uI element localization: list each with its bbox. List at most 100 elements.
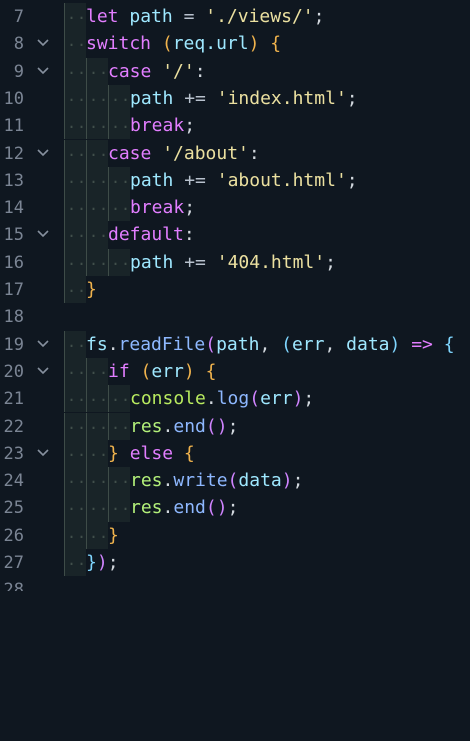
- chevron-down-icon[interactable]: [36, 229, 50, 239]
- chevron-down-icon[interactable]: [36, 366, 50, 376]
- code-line-23[interactable]: 23 ·· ·· } else {: [0, 439, 470, 468]
- code-text-17: }: [86, 280, 97, 300]
- chevron-down-icon[interactable]: [36, 38, 50, 48]
- indent-dots: ··: [111, 500, 132, 519]
- code-text-24: res.write(data);: [130, 471, 303, 491]
- code-line-13[interactable]: 13 ·· ·· ·· path += 'about.html';: [0, 166, 470, 195]
- param-err: err: [291, 333, 325, 355]
- line-number-8: 8: [13, 34, 24, 55]
- line-number-26: 26: [3, 525, 24, 546]
- indent-dots: ··: [67, 336, 88, 355]
- paren-close: ): [248, 33, 260, 55]
- code-text-9: case '/':: [108, 60, 206, 82]
- string-about-html: 'about.html': [216, 169, 347, 191]
- semicolon: ;: [107, 552, 119, 573]
- line-number-21: 21: [3, 389, 24, 410]
- keyword-default: default: [108, 224, 184, 246]
- brace-open: {: [270, 33, 282, 55]
- code-line-26[interactable]: 26 ·· ·· }: [0, 521, 470, 549]
- code-editor[interactable]: 7 ·· let path = './views/'; 8 ·· switch …: [0, 0, 470, 591]
- identifier-err: err: [260, 388, 293, 410]
- code-text-23: } else {: [108, 443, 195, 464]
- paren-open: (: [140, 360, 152, 382]
- chevron-down-icon[interactable]: [36, 66, 50, 76]
- paren-open: (: [205, 333, 217, 355]
- code-line-12[interactable]: 12 ·· ·· case '/about':: [0, 139, 470, 167]
- identifier-fs: fs: [86, 333, 108, 355]
- string-about-route: '/about': [162, 142, 249, 164]
- identifier-path: path: [216, 333, 260, 355]
- paren-close: ): [216, 415, 228, 437]
- code-line-11[interactable]: 11 ·· ·· ·· break;: [0, 112, 470, 140]
- indent-dots: ··: [111, 200, 132, 219]
- code-line-27[interactable]: 27 ·· });: [0, 549, 470, 577]
- chevron-down-icon[interactable]: [36, 448, 50, 458]
- code-line-7[interactable]: 7 ·· let path = './views/';: [0, 3, 470, 31]
- code-line-17[interactable]: 17 ·· }: [0, 276, 470, 304]
- code-line-8[interactable]: 8 ·· switch (req.url) {: [0, 30, 470, 58]
- indent-dots: ··: [67, 145, 88, 164]
- indent-border: [64, 494, 65, 522]
- code-line-25[interactable]: 25 ·· ·· ·· res.end();: [0, 494, 470, 522]
- indent-border: [64, 549, 65, 577]
- code-line-10[interactable]: 10 ·· ·· ·· path += 'index.html';: [0, 84, 470, 113]
- code-line-20[interactable]: 20 ·· ·· if (err) {: [0, 357, 470, 386]
- indent-dots: ··: [67, 90, 88, 109]
- dot: .: [107, 333, 119, 355]
- code-line-16[interactable]: 16 ·· ·· ·· path += '404.html';: [0, 248, 470, 276]
- keyword-switch: switch: [86, 33, 152, 55]
- add-assign-operator: +=: [184, 169, 206, 191]
- indent-border: [64, 248, 65, 276]
- paren-close: ): [389, 333, 401, 355]
- chevron-down-icon[interactable]: [36, 148, 50, 158]
- line-number-10: 10: [3, 88, 24, 109]
- string-root: '/': [162, 60, 195, 82]
- indent-dots: ··: [111, 418, 132, 437]
- code-text-22: res.end();: [130, 415, 238, 437]
- code-line-19[interactable]: 19 ·· fs.readFile(path, (err, data) => {: [0, 330, 470, 358]
- code-text-27: });: [86, 553, 119, 573]
- identifier-req-url: req.url: [172, 33, 249, 55]
- semicolon: ;: [292, 470, 304, 492]
- indent-dots: ··: [67, 282, 88, 300]
- brace-open: {: [205, 360, 217, 382]
- code-line-15[interactable]: 15 ·· ·· default:: [0, 221, 470, 249]
- line-number-14: 14: [3, 198, 24, 219]
- code-text-15: default:: [108, 225, 195, 245]
- method-log: log: [216, 388, 250, 410]
- indent-dots: ··: [89, 363, 110, 382]
- code-text-19: fs.readFile(path, (err, data) => {: [86, 333, 455, 355]
- code-line-9[interactable]: 9 ·· ·· case '/':: [0, 57, 470, 85]
- indent-dots: ··: [89, 418, 110, 437]
- add-assign-operator: +=: [184, 251, 206, 273]
- colon: :: [194, 60, 206, 82]
- paren-close: ): [216, 497, 228, 519]
- keyword-let: let: [86, 6, 119, 27]
- indent-dots: ··: [89, 500, 110, 519]
- indent-dots: ··: [89, 391, 110, 410]
- code-line-22[interactable]: 22 ·· ·· ·· res.end();: [0, 412, 470, 440]
- code-line-28[interactable]: 28: [0, 576, 470, 591]
- string-index-html: 'index.html': [216, 87, 347, 109]
- code-line-18[interactable]: 18: [0, 303, 470, 330]
- indent-dots: ··: [67, 445, 88, 464]
- line-number-23: 23: [3, 443, 24, 464]
- indent-dots: ··: [111, 391, 132, 410]
- indent-dots: ··: [67, 473, 88, 492]
- add-assign-operator: +=: [184, 87, 206, 109]
- indent-border: [64, 30, 65, 58]
- semicolon: ;: [346, 87, 358, 109]
- code-line-14[interactable]: 14 ·· ·· ·· break;: [0, 194, 470, 222]
- indent-border: [64, 276, 65, 304]
- chevron-down-icon[interactable]: [36, 339, 50, 349]
- line-number-17: 17: [3, 280, 24, 300]
- paren-close: ): [96, 552, 108, 573]
- indent-border: [64, 84, 65, 113]
- brace-open: {: [443, 333, 455, 355]
- colon: :: [248, 142, 260, 164]
- code-line-24[interactable]: 24 ·· ·· ·· res.write(data);: [0, 467, 470, 495]
- code-text-7: let path = './views/';: [86, 7, 324, 27]
- line-number-9: 9: [13, 61, 24, 82]
- code-line-21[interactable]: 21 ·· ·· ·· console.log(err);: [0, 385, 470, 413]
- identifier-res: res: [130, 415, 163, 437]
